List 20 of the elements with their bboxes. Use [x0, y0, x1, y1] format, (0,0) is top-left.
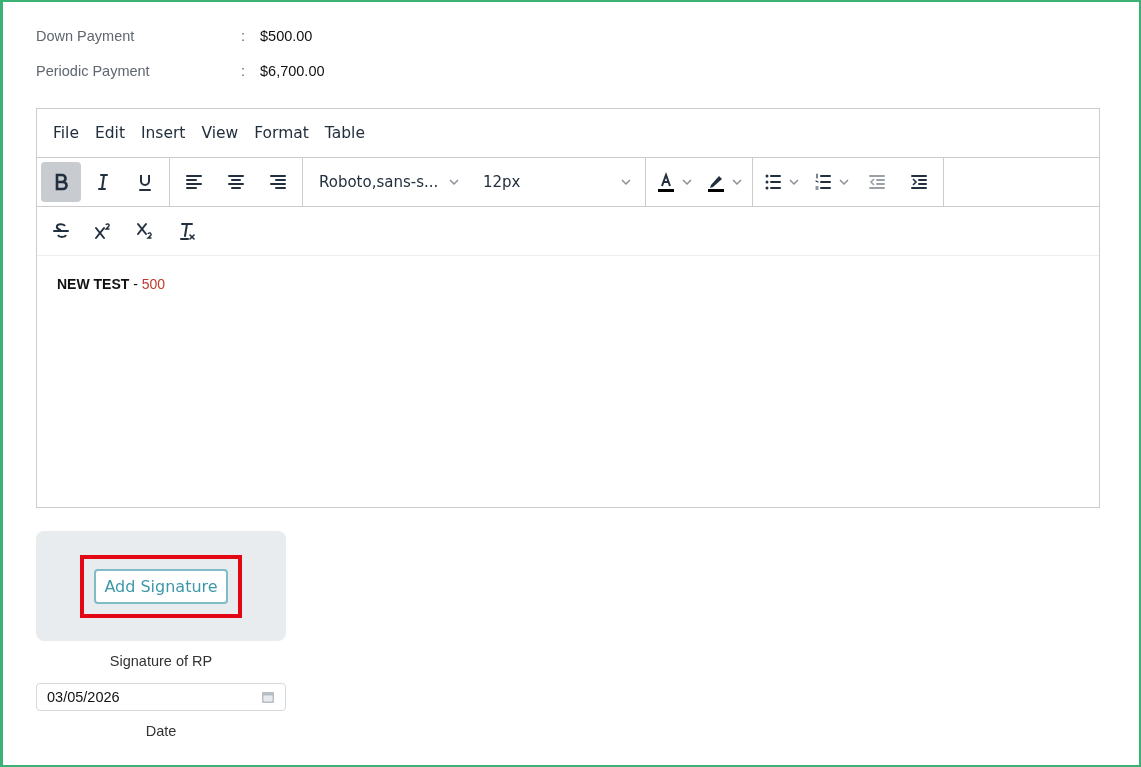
field-value: $6,700.00 [260, 62, 325, 79]
separator: : [241, 27, 247, 44]
field-label: Periodic Payment [36, 62, 151, 79]
font-family-dropdown[interactable]: Roboto,sans-s... [307, 162, 469, 202]
field-label: Down Payment [36, 27, 136, 44]
field-value: $500.00 [260, 27, 313, 44]
menu-item[interactable]: Table [316, 124, 373, 142]
menu-item[interactable]: Insert [132, 124, 194, 142]
date-field[interactable]: 03/05/2026 [36, 683, 286, 711]
bold-button[interactable] [41, 162, 81, 202]
signature-caption: Signature of RP [108, 653, 214, 669]
separator: : [241, 62, 247, 79]
menu-item[interactable]: Format [246, 124, 317, 142]
date-value: 03/05/2026 [47, 689, 120, 705]
font-size-dropdown[interactable]: 12px [471, 162, 641, 202]
editor-text: NEW TEST - 500 [57, 276, 167, 292]
menu-item[interactable]: Edit [86, 124, 133, 142]
menu-item[interactable]: File [45, 124, 87, 142]
menu-item[interactable]: View [193, 124, 247, 142]
date-caption: Date [144, 723, 178, 739]
